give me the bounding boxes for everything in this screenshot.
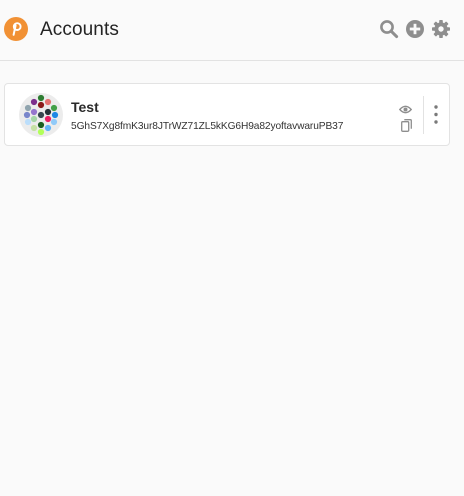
identicon-dot [24,104,32,112]
account-name: Test [71,99,99,115]
identicon-dot [30,98,38,106]
copy-icon[interactable] [401,119,412,132]
card-divider [423,96,424,134]
eye-icon[interactable] [399,104,412,115]
add-circle-icon[interactable] [405,19,425,39]
identicon-dot [51,111,59,119]
search-icon[interactable] [379,19,399,39]
polkadot-logo-icon [4,17,28,41]
account-address[interactable]: 5GhS7Xg8fmK3ur8JTrWZ71ZL5kKG6H9a82yoftav… [71,121,343,132]
header-bar: Accounts [0,0,464,61]
account-card[interactable]: Test 5GhS7Xg8fmK3ur8JTrWZ71ZL5kKG6H9a82y… [4,83,450,146]
page-title: Accounts [40,19,119,40]
identicon-dot [30,124,38,132]
identicon-dot [30,108,38,116]
identicon-dot [50,104,58,112]
gear-icon[interactable] [431,19,451,39]
identicon-dot [44,124,52,132]
identicon-dot [50,118,58,126]
identicon-dot [37,101,45,109]
identicon-dot [44,115,52,123]
identicon-dot [44,98,52,106]
identicon-dot [44,108,52,116]
identicon-dot [23,111,31,119]
more-options-icon[interactable] [430,101,442,129]
identicon-dot [37,121,45,129]
identicon-dot [37,94,45,102]
identicon-dot [24,118,32,126]
identicon-dot [37,128,45,136]
identicon-dot [37,111,45,119]
identicon-dot [30,115,38,123]
account-identicon [19,93,63,137]
